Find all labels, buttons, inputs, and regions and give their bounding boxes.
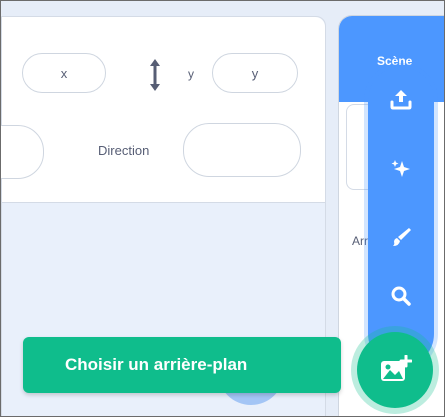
tooltip-text: Choisir un arrière-plan (65, 355, 248, 374)
screenshot-frame: x y y Direction Scène Arrière-plans (0, 0, 445, 417)
backdrop-menu (368, 67, 434, 367)
search-backdrop-button[interactable] (381, 276, 421, 316)
y-label: y (188, 67, 194, 81)
vertical-arrow-icon (150, 59, 160, 91)
upload-backdrop-button[interactable] (381, 79, 421, 119)
surprise-icon (391, 160, 410, 177)
stage-title: Scène (377, 54, 413, 68)
y-position-value: y (251, 65, 259, 81)
paint-backdrop-button[interactable] (381, 217, 421, 257)
x-position-value: x (60, 65, 68, 81)
direction-input[interactable] (183, 123, 301, 177)
paint-icon (393, 228, 411, 246)
sprite-info-panel: x y y Direction (1, 17, 325, 203)
size-input[interactable] (1, 125, 44, 179)
upload-icon (390, 90, 412, 110)
surprise-backdrop-button[interactable] (381, 149, 421, 189)
choose-backdrop-icon (381, 355, 412, 381)
direction-label: Direction (98, 143, 150, 158)
choose-backdrop-button[interactable] (357, 332, 433, 408)
y-position-input[interactable]: y (212, 53, 298, 93)
choose-backdrop-tooltip: Choisir un arrière-plan (23, 337, 341, 393)
x-position-input[interactable]: x (22, 53, 106, 93)
search-icon (391, 286, 411, 306)
